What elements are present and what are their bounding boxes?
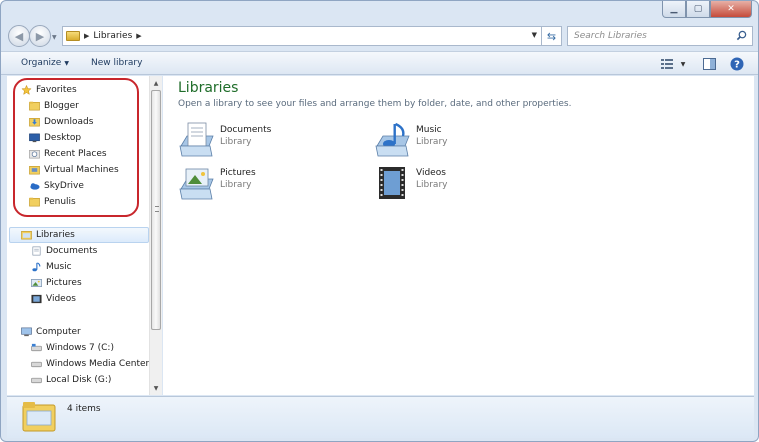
tree-item-windows7-drive[interactable]: Windows 7 (C:) — [31, 341, 114, 355]
new-library-button[interactable]: New library — [91, 58, 142, 68]
organize-label: Organize — [21, 58, 62, 68]
drive-icon — [31, 343, 42, 352]
pictures-library-icon — [179, 168, 214, 200]
breadcrumb-libraries[interactable]: Libraries — [93, 31, 132, 41]
tree-label: Libraries — [36, 230, 75, 240]
pictures-icon — [31, 279, 42, 287]
library-name: Pictures — [220, 168, 256, 178]
address-history-dropdown[interactable]: ▼ — [532, 31, 537, 39]
tree-item-local-disk-g[interactable]: Local Disk (G:) — [31, 373, 111, 387]
scroll-down-arrow-icon[interactable]: ▼ — [150, 382, 162, 394]
back-button[interactable]: ◀ — [8, 25, 30, 47]
organize-button[interactable]: Organize ▼ — [21, 58, 69, 68]
documents-library-icon — [179, 122, 214, 157]
music-library-icon — [375, 122, 410, 157]
refresh-icon: ⇆ — [546, 29, 557, 43]
forward-arrow-icon: ▶ — [35, 29, 45, 43]
library-tile-pictures[interactable]: Pictures Library — [179, 165, 359, 205]
tree-label: Videos — [46, 294, 76, 304]
library-tile-videos[interactable]: Videos Library — [375, 165, 555, 205]
details-pane: 4 items — [7, 396, 754, 438]
command-bar: Organize ▼ New library ▼ ? — [1, 51, 758, 75]
tree-item-videos[interactable]: Videos — [31, 292, 76, 306]
tree-libraries[interactable]: Libraries — [21, 228, 75, 242]
tree-label: Computer — [36, 327, 81, 337]
breadcrumb-separator-icon[interactable]: ▶ — [136, 32, 141, 40]
scroll-up-arrow-icon[interactable]: ▲ — [150, 77, 162, 89]
help-button[interactable]: ? — [727, 57, 747, 71]
tree-label: Pictures — [46, 278, 82, 288]
content-pane: Libraries Open a library to see your fil… — [163, 76, 754, 395]
caption-buttons: ▁ ▢ ✕ — [662, 1, 752, 19]
search-icon[interactable] — [736, 30, 747, 41]
tree-label: Windows Media Center (D — [46, 359, 162, 369]
tree-item-media-center-drive[interactable]: Windows Media Center (D — [31, 357, 162, 371]
navigation-pane-scrollbar[interactable]: ▲ ▼ — [149, 76, 162, 395]
navigation-bar: ◀ ▶ ▼ ▶ Libraries ▶ ▼ ⇆ Search Libraries — [1, 24, 758, 50]
search-box[interactable]: Search Libraries — [567, 26, 753, 46]
close-button[interactable]: ✕ — [710, 1, 752, 18]
breadcrumb-separator-icon[interactable]: ▶ — [84, 32, 89, 40]
chevron-down-icon: ▼ — [64, 60, 69, 67]
documents-icon — [32, 246, 41, 256]
svg-text:?: ? — [734, 60, 740, 71]
library-type: Library — [416, 180, 448, 190]
library-name: Videos — [416, 168, 446, 178]
chevron-down-icon: ▼ — [680, 60, 686, 68]
videos-library-icon — [379, 167, 405, 199]
explorer-window: ▁ ▢ ✕ ◀ ▶ ▼ ▶ Libraries ▶ ▼ ⇆ Search Lib… — [0, 0, 759, 442]
minimize-button[interactable]: ▁ — [662, 1, 686, 18]
annotation-highlight-ring — [13, 78, 139, 217]
library-name: Documents — [220, 125, 272, 135]
tree-label: Local Disk (G:) — [46, 375, 112, 385]
drive-icon — [31, 377, 42, 384]
search-input[interactable]: Search Libraries — [574, 31, 647, 41]
back-arrow-icon: ◀ — [14, 29, 24, 43]
tree-label: Music — [46, 262, 72, 272]
forward-button[interactable]: ▶ — [29, 25, 51, 47]
music-icon — [32, 262, 41, 272]
preview-pane-icon — [702, 58, 716, 70]
preview-pane-button[interactable] — [699, 57, 719, 71]
library-tile-documents[interactable]: Documents Library — [179, 122, 359, 162]
page-title: Libraries — [178, 80, 239, 96]
scrollbar-thumb[interactable] — [151, 90, 161, 330]
tree-label: Documents — [46, 246, 98, 256]
libraries-icon — [21, 231, 32, 240]
drive-icon — [31, 361, 42, 368]
help-icon: ? — [730, 57, 744, 71]
tree-item-music[interactable]: Music — [31, 260, 72, 274]
computer-icon — [21, 327, 32, 337]
library-type: Library — [220, 137, 252, 147]
maximize-button[interactable]: ▢ — [686, 1, 710, 18]
tree-label: Windows 7 (C:) — [46, 343, 114, 353]
library-type: Library — [416, 137, 448, 147]
view-options-icon — [660, 59, 673, 69]
libraries-folder-icon — [66, 31, 80, 41]
page-subtitle: Open a library to see your files and arr… — [178, 99, 572, 109]
tree-computer[interactable]: Computer — [21, 325, 81, 339]
tree-item-pictures[interactable]: Pictures — [31, 276, 82, 290]
library-type: Library — [220, 180, 252, 190]
library-name: Music — [416, 125, 442, 135]
library-tile-music[interactable]: Music Library — [375, 122, 555, 162]
address-bar[interactable]: ▶ Libraries ▶ ▼ — [62, 26, 542, 46]
tree-item-documents[interactable]: Documents — [31, 244, 97, 258]
item-count: 4 items — [67, 404, 101, 414]
refresh-button[interactable]: ⇆ — [542, 26, 562, 46]
videos-icon — [31, 294, 42, 304]
change-view-button[interactable]: ▼ — [658, 57, 688, 71]
recent-pages-dropdown[interactable]: ▼ — [52, 34, 57, 41]
libraries-folder-icon — [22, 402, 56, 432]
